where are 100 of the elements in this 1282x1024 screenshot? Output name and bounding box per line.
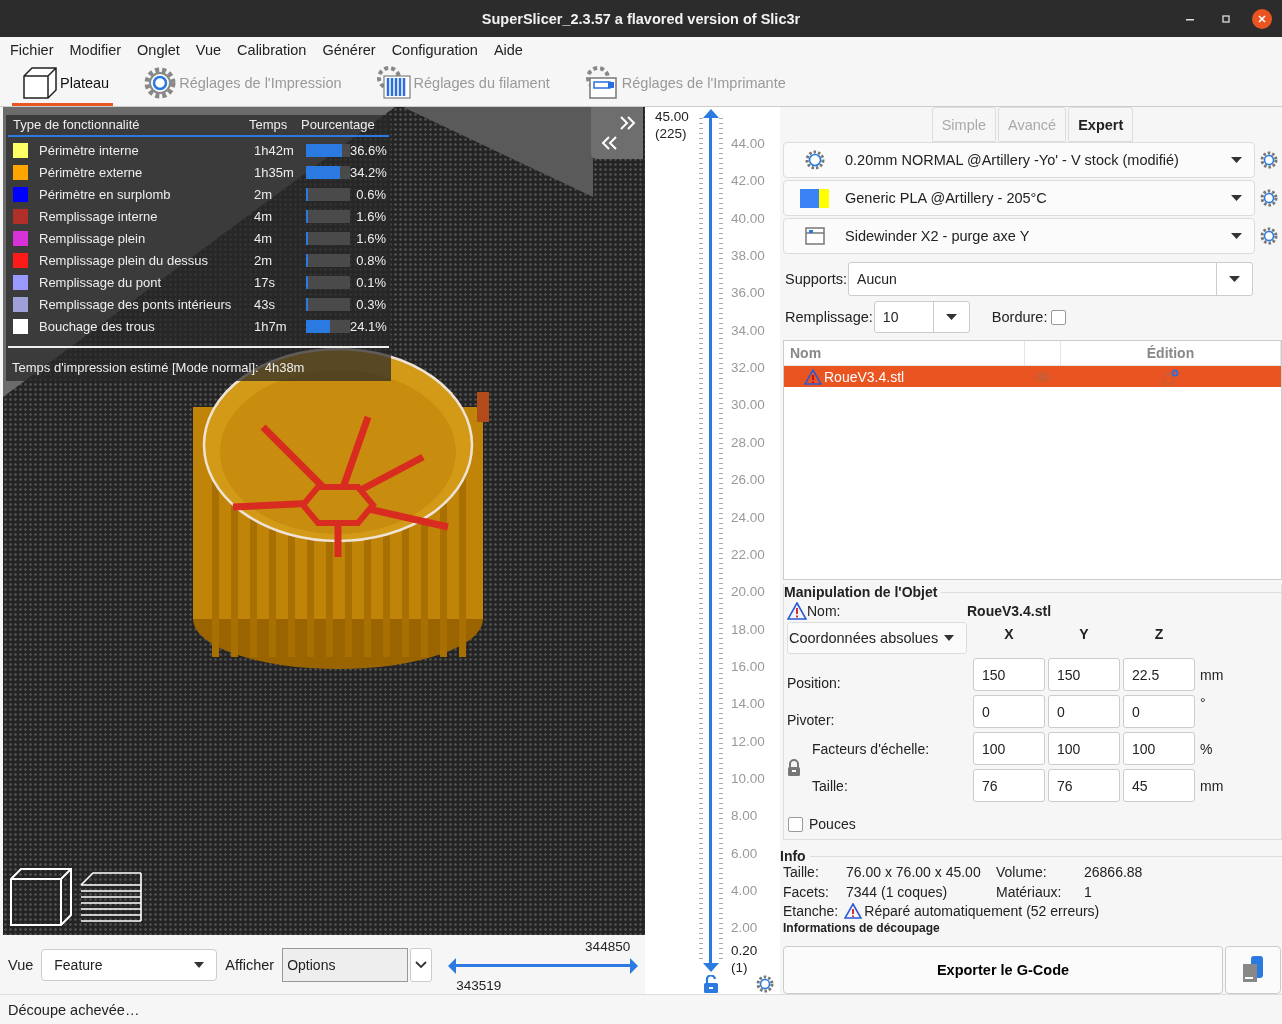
feature-percentage: 0.6%	[355, 186, 386, 202]
caret-icon	[1231, 157, 1242, 163]
export-gcode-button[interactable]: Exporter le G-Code	[783, 946, 1223, 994]
column-header: Édition	[1061, 341, 1281, 365]
section-title: Informations de découpage	[783, 921, 941, 935]
tick-label: 20.00	[731, 583, 765, 599]
menu-item[interactable]: Onglet	[129, 41, 188, 58]
tick-label: 4.00	[731, 882, 758, 898]
cube-icon	[22, 65, 58, 100]
feature-percentage: 36.6%	[350, 142, 386, 158]
maximize-icon	[1221, 14, 1231, 24]
feature-time: 1h42m	[254, 142, 295, 158]
menu-item[interactable]: Modifier	[61, 41, 130, 58]
row-label: Taille:	[812, 777, 849, 794]
menu-item[interactable]: Aide	[485, 41, 531, 58]
infill-dropdown[interactable]: 10	[873, 301, 970, 333]
supports-label: Supports:	[784, 271, 848, 287]
menu-item[interactable]: Générer	[314, 41, 384, 58]
input-field[interactable]: 0	[1048, 695, 1120, 728]
warning-icon	[787, 602, 807, 620]
caret-icon	[1231, 195, 1242, 201]
caret-icon	[945, 314, 957, 320]
settings-icon[interactable]	[1260, 189, 1278, 207]
object-name: RoueV3.4.stl	[967, 603, 1052, 619]
slider-value: 344850	[585, 938, 631, 954]
info-label: Matériaux:	[996, 884, 1063, 900]
inches-label: Pouces	[809, 816, 856, 832]
layer-height-value: 45.00	[655, 109, 689, 124]
info-value: 26866.88	[1084, 864, 1144, 880]
tick-label: 16.00	[731, 658, 765, 674]
input-field[interactable]: 0	[1123, 695, 1195, 728]
printer-icon	[583, 65, 620, 100]
tick-label: 42.00	[731, 172, 765, 188]
view-type-dropdown[interactable]: Feature	[41, 948, 218, 981]
feature-time: 4m	[254, 208, 274, 224]
layer-number: (1)	[731, 960, 748, 975]
menu-item[interactable]: Calibration	[229, 41, 315, 58]
brim-checkbox[interactable]	[1051, 309, 1067, 325]
axis-label: Z	[1153, 626, 1165, 642]
settings-icon[interactable]	[756, 975, 774, 993]
feature-percentage: 34.2%	[350, 164, 386, 180]
slider-thumb[interactable]	[448, 957, 457, 974]
gear-icon	[804, 150, 825, 170]
feature-percentage: 0.3%	[355, 296, 386, 312]
input-field[interactable]: 150	[973, 658, 1045, 691]
info-label: Volume:	[996, 864, 1048, 880]
coordinates-dropdown[interactable]: Coordonnées absolues	[787, 622, 967, 654]
mode-tab[interactable]: Expert	[1068, 107, 1134, 142]
feature-name: Remplissage du pont	[39, 274, 163, 290]
input-field[interactable]: 76	[973, 769, 1045, 802]
input-field[interactable]: 100	[1123, 732, 1195, 765]
view-label: Vue	[8, 956, 34, 973]
column-header: Temps	[249, 117, 289, 132]
supports-dropdown[interactable]: Aucun	[848, 262, 1254, 296]
feature-percentage: 0.8%	[355, 252, 386, 268]
preset-dropdown[interactable]: Sidewinder X2 - purge axe Y	[783, 218, 1255, 254]
cube-icon[interactable]	[9, 865, 75, 929]
column-header: Nom	[784, 341, 1025, 365]
slider-value: 343519	[456, 977, 502, 993]
feature-percentage: 1.6%	[355, 208, 386, 224]
input-field[interactable]: 22.5	[1123, 658, 1195, 691]
feature-name: Périmètre en surplomb	[39, 186, 172, 202]
input-field[interactable]: 100	[1048, 732, 1120, 765]
preset-dropdown[interactable]: 0.20mm NORMAL @Artillery -Yo' - V stock (modifié)	[783, 142, 1255, 178]
settings-icon[interactable]	[1260, 227, 1278, 245]
options-field[interactable]: Options	[282, 947, 409, 982]
caret-icon	[194, 961, 205, 968]
unit-label: %	[1199, 740, 1214, 757]
export-to-sd-button[interactable]	[1225, 946, 1281, 994]
info-label: Etanche:	[783, 903, 839, 919]
preset-dropdown[interactable]: Generic PLA @Artillery - 205°C	[783, 180, 1255, 216]
menu-item[interactable]: Configuration	[383, 41, 486, 58]
tick-label: 44.00	[731, 135, 765, 151]
menu-item[interactable]: Fichier	[2, 41, 62, 58]
feature-time: 2m	[254, 186, 274, 202]
collapse-sidebar-button[interactable]	[591, 107, 643, 159]
section-title: Info	[780, 848, 806, 864]
gear-icon	[143, 65, 178, 100]
inches-checkbox[interactable]	[788, 816, 803, 832]
unit-label: mm	[1199, 666, 1225, 683]
settings-icon[interactable]	[1260, 151, 1278, 169]
feature-time: 43s	[254, 296, 276, 312]
input-field[interactable]: 100	[973, 732, 1045, 765]
feature-name: Périmètre interne	[39, 142, 140, 158]
info-value: Réparé automatiquement (52 erreurs)	[864, 903, 1100, 919]
input-field[interactable]: 150	[1048, 658, 1120, 691]
close-button[interactable]	[1252, 9, 1272, 29]
slider-thumb[interactable]	[630, 957, 639, 974]
input-field[interactable]: 0	[973, 695, 1045, 728]
input-field[interactable]: 76	[1048, 769, 1120, 802]
estimated-time-value: 4h38m	[264, 360, 305, 375]
input-field[interactable]: 45	[1123, 769, 1195, 802]
brim-label: Bordure:	[990, 309, 1048, 325]
tick-label: 12.00	[731, 733, 765, 749]
padlock-icon[interactable]	[787, 758, 801, 776]
menu-item[interactable]: Vue	[187, 41, 230, 58]
unlocked-padlock-icon[interactable]	[703, 975, 719, 993]
dropdown-button[interactable]	[410, 947, 433, 982]
feature-time: 17s	[254, 274, 276, 290]
column-header: Type de fonctionnalité	[13, 117, 141, 132]
